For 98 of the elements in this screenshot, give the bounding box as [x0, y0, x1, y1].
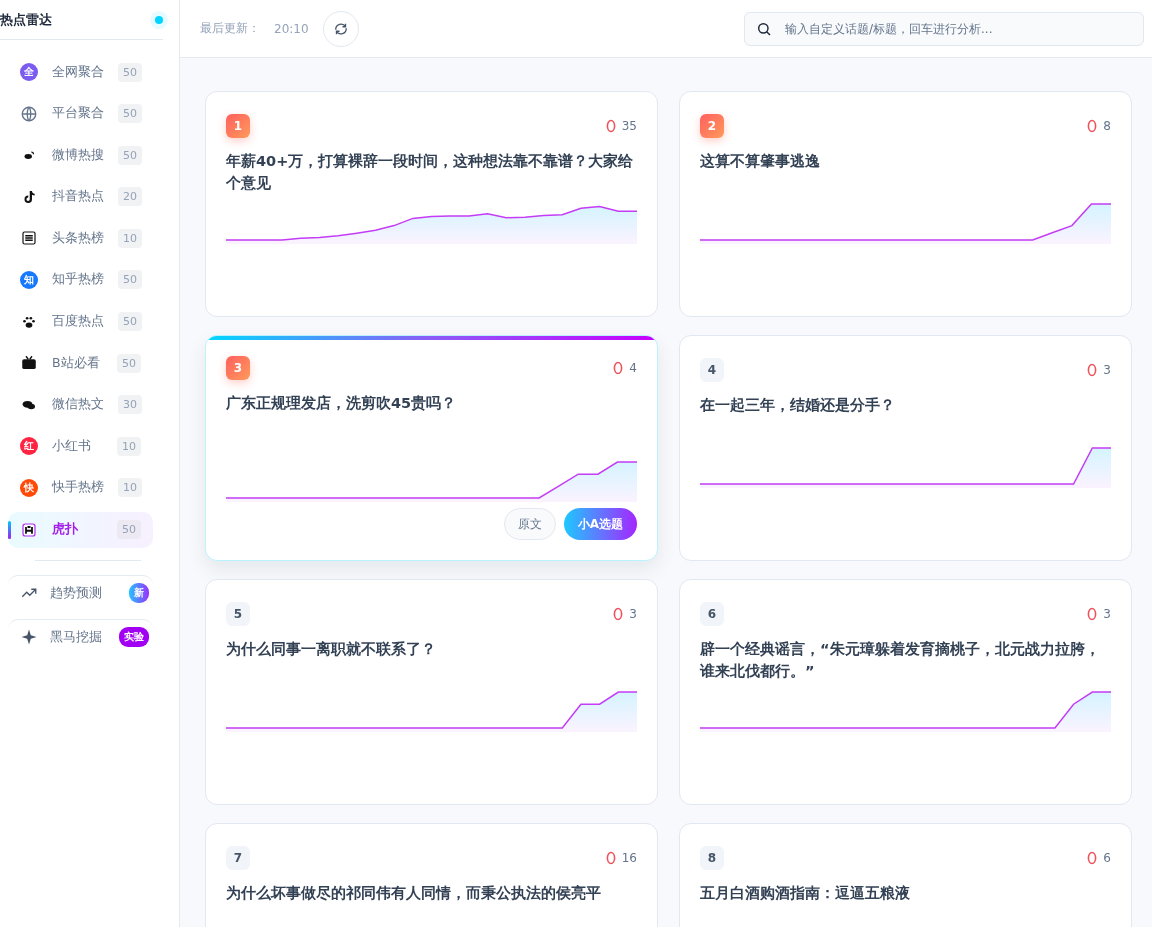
count-badge: 50: [118, 62, 142, 82]
count-badge: 50: [118, 145, 142, 165]
tag-badge: 新: [129, 583, 149, 604]
tool-item[interactable]: 趋势预测 新: [8, 574, 153, 611]
item-label: 平台聚合: [52, 105, 104, 123]
topic-title: 在一起三年，结婚还是分手？: [700, 396, 896, 415]
item-label: 快手热榜: [52, 479, 104, 497]
topic-title: 五月白酒购酒指南：逗逼五粮液: [700, 884, 911, 903]
source-button[interactable]: 原文: [503, 508, 556, 540]
active-indicator: [8, 520, 11, 539]
count-badge: 20: [118, 187, 142, 207]
sidebar-item[interactable]: 平台聚合 50: [8, 95, 153, 132]
topic-title: 辟一个经典谣言，“朱元璋躲着发育摘桃子，北元战力拉胯，谁来北伐都行。”: [700, 640, 1101, 682]
count-badge: 10: [118, 478, 142, 498]
topic-card[interactable]: 4 3 在一起三年，结婚还是分手？: [679, 335, 1132, 561]
rank-badge: 5: [226, 602, 250, 626]
news-icon: [20, 229, 38, 248]
item-label: 百度热点: [52, 313, 104, 331]
rank-badge: 8: [700, 846, 724, 870]
item-label: 头条热榜: [52, 229, 104, 247]
sidebar-item[interactable]: 快 快手热榜 10: [8, 469, 153, 506]
updated-time: 20:10: [274, 21, 309, 36]
rank-badge: 3: [226, 356, 250, 380]
heat-icon: [605, 119, 616, 133]
count-badge: 50: [117, 520, 141, 540]
item-label: 虎扑: [52, 521, 79, 539]
rank-badge: 7: [226, 846, 250, 870]
topic-card[interactable]: 6 3 辟一个经典谣言，“朱元璋躲着发育摘桃子，北元战力拉胯，谁来北伐都行。”: [679, 579, 1132, 805]
tag-badge: 实验: [119, 627, 149, 648]
topic-card[interactable]: 5 3 为什么同事一离职就不联系了？: [205, 579, 658, 805]
topic-title: 这算不算肇事逃逸: [700, 152, 821, 171]
heat-count: 6: [1103, 851, 1111, 865]
platform-icon: 知: [20, 270, 38, 289]
sidebar-item[interactable]: 抖音热点 20: [8, 178, 153, 215]
topic-title: 为什么坏事做尽的祁同伟有人同情，而秉公执法的侯亮平: [226, 884, 602, 903]
sidebar-item[interactable]: 头条热榜 10: [8, 220, 153, 257]
item-label: 黑马挖掘: [50, 628, 103, 646]
heat-count: 35: [621, 119, 637, 133]
refresh-button[interactable]: [322, 10, 359, 47]
count-badge: 50: [118, 104, 142, 124]
heat-icon: [1087, 363, 1098, 377]
count-badge: 50: [118, 270, 142, 290]
heat-count: 3: [1103, 363, 1111, 377]
heat-count: 3: [1103, 607, 1111, 621]
updated-label: 最后更新：: [200, 20, 260, 37]
rank-badge: 4: [700, 358, 724, 382]
item-label: 微信热文: [52, 396, 104, 414]
count-badge: 50: [118, 312, 142, 332]
count-badge: 10: [117, 436, 141, 456]
heat-icon: [613, 361, 624, 375]
item-label: B站必看: [52, 354, 101, 372]
topic-card[interactable]: 2 8 这算不算肇事逃逸: [679, 91, 1132, 317]
count-badge: 50: [117, 353, 141, 373]
rank-badge: 2: [700, 114, 724, 138]
heat-count: 8: [1103, 119, 1111, 133]
tool-item[interactable]: 黑马挖掘 实验: [8, 618, 153, 655]
count-badge: 10: [118, 228, 142, 248]
sidebar-item[interactable]: 百度热点 50: [8, 303, 153, 340]
topic-card[interactable]: 7 16 为什么坏事做尽的祁同伟有人同情，而秉公执法的侯亮平: [205, 823, 658, 927]
item-label: 抖音热点: [52, 188, 104, 206]
platform-icon: 快: [20, 478, 38, 497]
platform-icon: 全: [20, 63, 38, 81]
platform-icon: 红: [20, 437, 38, 456]
sidebar-item[interactable]: 虎扑 50: [8, 511, 153, 548]
app-title: 热点雷达: [0, 10, 52, 29]
topic-title: 广东正规理发店，洗剪吹45贵吗？: [226, 394, 458, 413]
search-icon: [756, 20, 772, 37]
heat-icon: [1087, 607, 1098, 621]
heat-count: 16: [621, 851, 637, 865]
heat-count: 3: [629, 607, 637, 621]
globe-icon: [20, 104, 38, 123]
item-label: 知乎热榜: [52, 271, 104, 289]
topic-card[interactable]: 8 6 五月白酒购酒指南：逗逼五粮液: [679, 823, 1132, 927]
search-field[interactable]: 输入自定义话题/标题，回车进行分析...: [744, 11, 1144, 46]
heat-icon: [1087, 119, 1098, 133]
topic-title: 为什么同事一离职就不联系了？: [226, 640, 437, 659]
topic-card[interactable]: 1 35 年薪40+万，打算裸辞一段时间，这种想法靠不靠谱？大家给个意见: [205, 91, 658, 317]
heat-count: 4: [629, 361, 637, 375]
rank-badge: 1: [226, 114, 250, 138]
rank-badge: 6: [700, 602, 724, 626]
count-badge: 30: [118, 395, 142, 415]
item-label: 趋势预测: [50, 584, 103, 602]
item-label: 微博热搜: [52, 146, 104, 164]
topic-card[interactable]: 3 4 广东正规理发店，洗剪吹45贵吗？ 原文 小A选题: [205, 335, 658, 561]
sidebar-item[interactable]: 红 小红书 10: [8, 428, 153, 465]
heat-icon: [613, 607, 624, 621]
item-label: 全网聚合: [52, 63, 104, 81]
sidebar-item[interactable]: 知 知乎热榜 50: [8, 261, 153, 298]
heat-icon: [605, 851, 616, 865]
sidebar-item[interactable]: 微信热文 30: [8, 386, 153, 423]
sidebar-item[interactable]: 微博热搜 50: [8, 137, 153, 174]
sidebar-item[interactable]: B站必看 50: [8, 345, 153, 382]
analyze-button[interactable]: 小A选题: [563, 508, 637, 540]
hupu-icon: [20, 520, 38, 539]
sidebar-item[interactable]: 全 全网聚合 50: [8, 54, 153, 90]
heat-icon: [1087, 851, 1098, 865]
item-label: 小红书: [52, 437, 92, 455]
topic-title: 年薪40+万，打算裸辞一段时间，这种想法靠不靠谱？大家给个意见: [226, 152, 635, 194]
